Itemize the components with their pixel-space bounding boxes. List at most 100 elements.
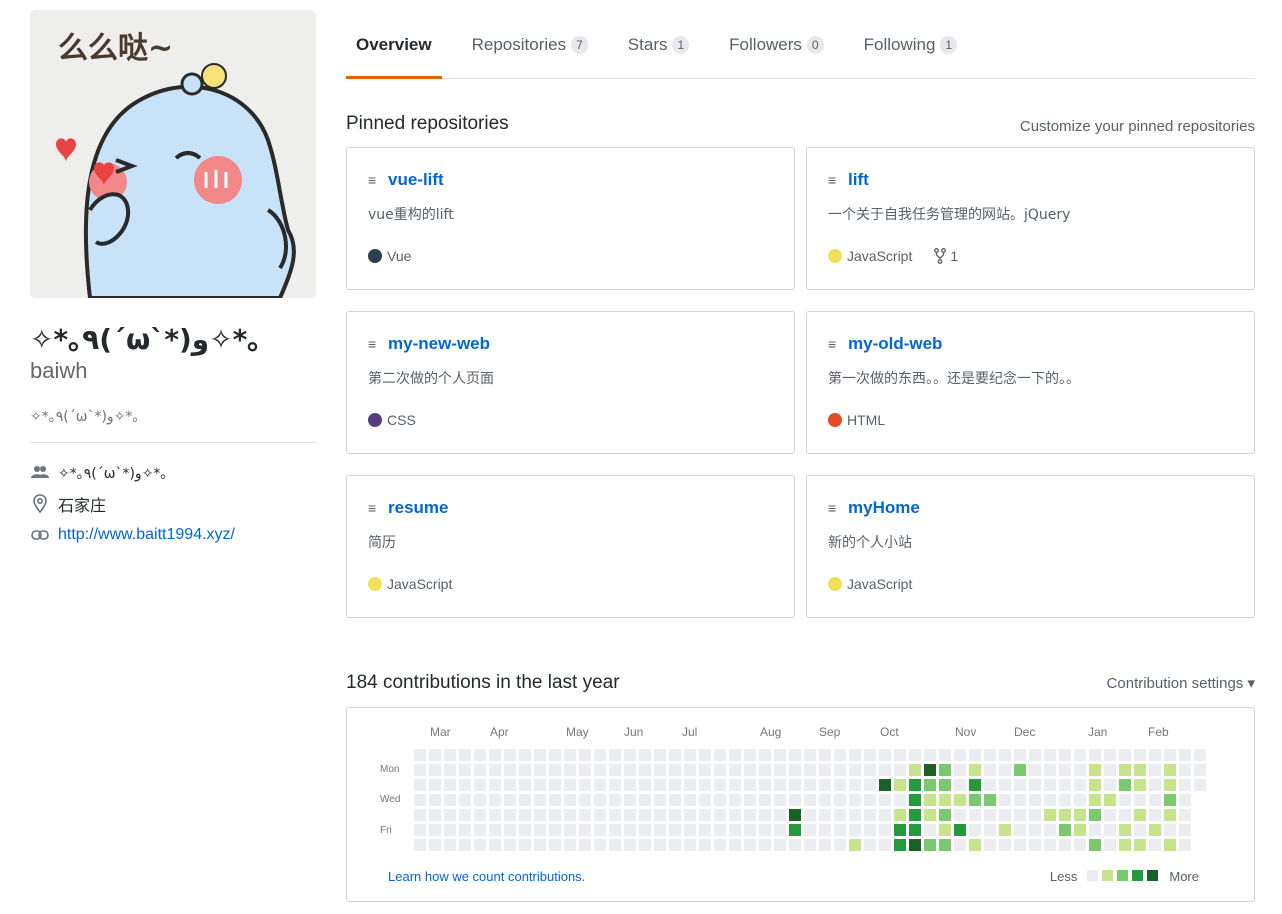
contribution-day[interactable] xyxy=(804,839,816,851)
contribution-day[interactable] xyxy=(684,779,696,791)
contribution-day[interactable] xyxy=(534,794,546,806)
contribution-day[interactable] xyxy=(519,764,531,776)
contribution-day[interactable] xyxy=(684,794,696,806)
contribution-day[interactable] xyxy=(1149,809,1161,821)
contribution-day[interactable] xyxy=(759,839,771,851)
contribution-day[interactable] xyxy=(1179,764,1191,776)
contribution-day[interactable] xyxy=(489,794,501,806)
contribution-day[interactable] xyxy=(504,824,516,836)
contribution-day[interactable] xyxy=(474,779,486,791)
contribution-day[interactable] xyxy=(939,794,951,806)
contribution-day[interactable] xyxy=(579,809,591,821)
contribution-day[interactable] xyxy=(1149,794,1161,806)
contribution-day[interactable] xyxy=(834,764,846,776)
contribution-day[interactable] xyxy=(519,749,531,761)
contribution-day[interactable] xyxy=(1044,794,1056,806)
contribution-day[interactable] xyxy=(924,794,936,806)
contribution-day[interactable] xyxy=(729,839,741,851)
contribution-day[interactable] xyxy=(609,824,621,836)
contribution-day[interactable] xyxy=(504,764,516,776)
contribution-day[interactable] xyxy=(549,809,561,821)
contribution-day[interactable] xyxy=(1164,779,1176,791)
contribution-day[interactable] xyxy=(654,809,666,821)
contribution-day[interactable] xyxy=(924,824,936,836)
contribution-day[interactable] xyxy=(714,794,726,806)
contribution-day[interactable] xyxy=(834,839,846,851)
contribution-day[interactable] xyxy=(789,779,801,791)
contribution-day[interactable] xyxy=(1044,824,1056,836)
contribution-day[interactable] xyxy=(1149,764,1161,776)
contribution-day[interactable] xyxy=(699,779,711,791)
contribution-day[interactable] xyxy=(1089,794,1101,806)
contribution-day[interactable] xyxy=(1119,809,1131,821)
contribution-day[interactable] xyxy=(654,779,666,791)
contribution-day[interactable] xyxy=(414,794,426,806)
contribution-day[interactable] xyxy=(1074,779,1086,791)
contribution-day[interactable] xyxy=(549,779,561,791)
contribution-day[interactable] xyxy=(804,794,816,806)
repo-link[interactable]: resume xyxy=(388,498,448,518)
contribution-day[interactable] xyxy=(849,809,861,821)
repo-forks[interactable]: 1 xyxy=(934,248,958,264)
contribution-day[interactable] xyxy=(954,824,966,836)
contribution-day[interactable] xyxy=(444,779,456,791)
repo-link[interactable]: vue-lift xyxy=(388,170,444,190)
contribution-day[interactable] xyxy=(984,764,996,776)
contribution-day[interactable] xyxy=(984,794,996,806)
contribution-day[interactable] xyxy=(1059,824,1071,836)
contribution-day[interactable] xyxy=(939,749,951,761)
contribution-day[interactable] xyxy=(699,764,711,776)
contribution-day[interactable] xyxy=(1044,809,1056,821)
contribution-day[interactable] xyxy=(1014,809,1026,821)
contribution-day[interactable] xyxy=(1089,779,1101,791)
contribution-day[interactable] xyxy=(1044,749,1056,761)
contribution-day[interactable] xyxy=(1104,764,1116,776)
contribution-day[interactable] xyxy=(894,749,906,761)
contribution-day[interactable] xyxy=(1029,779,1041,791)
contribution-day[interactable] xyxy=(1179,749,1191,761)
contribution-day[interactable] xyxy=(864,809,876,821)
contribution-day[interactable] xyxy=(789,764,801,776)
contribution-day[interactable] xyxy=(1149,839,1161,851)
contribution-day[interactable] xyxy=(1014,764,1026,776)
contribution-day[interactable] xyxy=(969,794,981,806)
contribution-day[interactable] xyxy=(564,749,576,761)
contribution-day[interactable] xyxy=(1029,809,1041,821)
contribution-day[interactable] xyxy=(1059,749,1071,761)
contribution-day[interactable] xyxy=(459,824,471,836)
contribution-day[interactable] xyxy=(1104,779,1116,791)
contribution-day[interactable] xyxy=(1074,824,1086,836)
contribution-day[interactable] xyxy=(864,839,876,851)
contribution-day[interactable] xyxy=(699,839,711,851)
contribution-day[interactable] xyxy=(729,824,741,836)
contribution-day[interactable] xyxy=(954,764,966,776)
contribution-day[interactable] xyxy=(849,764,861,776)
contribution-day[interactable] xyxy=(1059,779,1071,791)
contribution-day[interactable] xyxy=(444,749,456,761)
contribution-day[interactable] xyxy=(594,779,606,791)
contribution-day[interactable] xyxy=(819,749,831,761)
contribution-day[interactable] xyxy=(819,779,831,791)
contribution-day[interactable] xyxy=(624,794,636,806)
contribution-day[interactable] xyxy=(939,779,951,791)
contribution-day[interactable] xyxy=(774,839,786,851)
contribution-day[interactable] xyxy=(504,794,516,806)
contribution-day[interactable] xyxy=(579,839,591,851)
contribution-day[interactable] xyxy=(774,764,786,776)
contribution-day[interactable] xyxy=(759,779,771,791)
contribution-day[interactable] xyxy=(534,749,546,761)
contribution-day[interactable] xyxy=(684,764,696,776)
contribution-day[interactable] xyxy=(594,794,606,806)
contribution-day[interactable] xyxy=(564,809,576,821)
contribution-day[interactable] xyxy=(1104,824,1116,836)
contribution-day[interactable] xyxy=(414,779,426,791)
contribution-day[interactable] xyxy=(534,824,546,836)
contribution-day[interactable] xyxy=(1164,839,1176,851)
contribution-day[interactable] xyxy=(474,764,486,776)
contribution-day[interactable] xyxy=(684,749,696,761)
contribution-day[interactable] xyxy=(744,749,756,761)
contribution-day[interactable] xyxy=(549,824,561,836)
contribution-day[interactable] xyxy=(579,764,591,776)
contribution-day[interactable] xyxy=(474,749,486,761)
contribution-day[interactable] xyxy=(774,809,786,821)
